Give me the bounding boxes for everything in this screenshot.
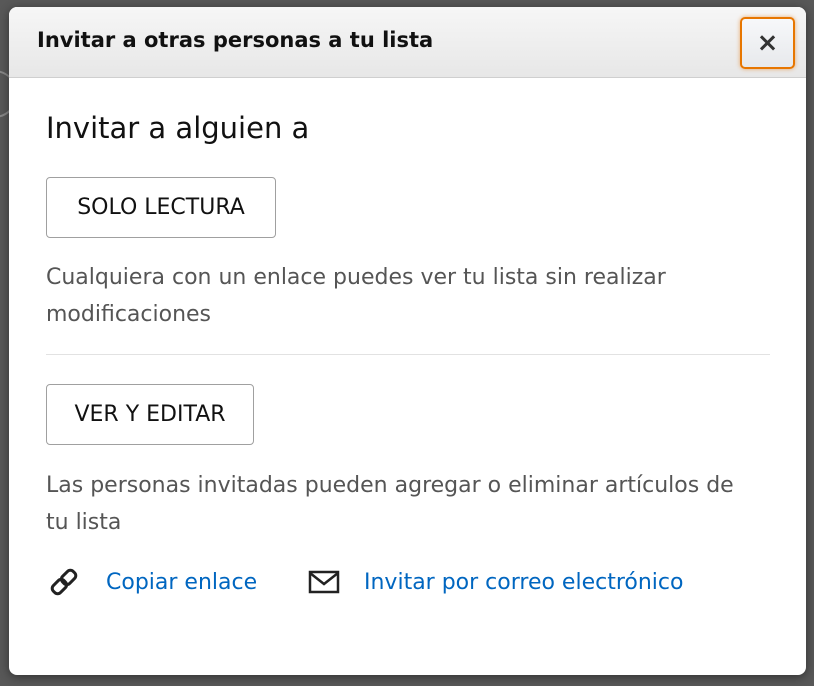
section-divider — [46, 354, 770, 355]
close-button[interactable]: × — [740, 17, 795, 69]
read-only-button[interactable]: SOLO LECTURA — [46, 177, 276, 238]
read-only-description: Cualquiera con un enlace puedes ver tu l… — [46, 265, 666, 327]
envelope-icon — [306, 564, 342, 600]
invite-email-action[interactable]: Invitar por correo electrónico — [306, 562, 683, 602]
close-icon: × — [756, 28, 779, 58]
view-edit-description: Las personas invitadas pueden agregar o … — [46, 473, 734, 535]
copy-link-action[interactable]: Copiar enlace — [46, 562, 257, 602]
invite-email-label[interactable]: Invitar por correo electrónico — [364, 570, 683, 595]
link-icon — [46, 564, 82, 600]
dialog-header: Invitar a otras personas a tu lista × — [9, 7, 806, 78]
invite-heading: Invitar a alguien a — [46, 111, 310, 145]
copy-link-label[interactable]: Copiar enlace — [106, 570, 257, 595]
dialog-title: Invitar a otras personas a tu lista — [37, 28, 434, 52]
invite-dialog: Invitar a otras personas a tu lista × In… — [9, 7, 806, 675]
view-edit-button[interactable]: VER Y EDITAR — [46, 384, 254, 445]
